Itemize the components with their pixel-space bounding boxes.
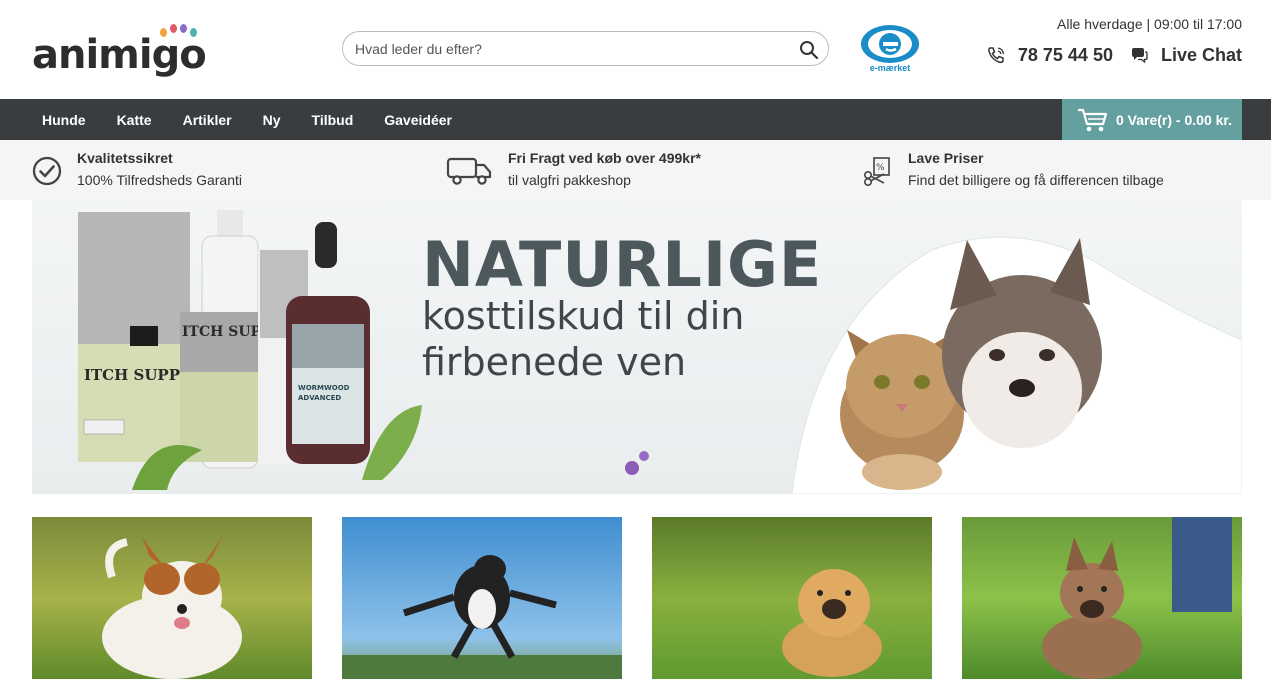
- contact-bar: 78 75 44 50 Live Chat: [986, 44, 1242, 66]
- usp-free-shipping-subtitle: til valgfri pakkeshop: [508, 172, 631, 188]
- category-tile-3[interactable]: [652, 517, 932, 679]
- fluffy-puppy-photo: [652, 517, 932, 679]
- opening-hours: Alle hverdage | 09:00 til 17:00: [1057, 16, 1242, 32]
- usp-free-shipping-title: Fri Fragt ved køb over 499kr*: [508, 150, 701, 166]
- e-maerket-icon: [861, 25, 919, 63]
- usp-low-prices: % Lave Priser Find det billigere og få d…: [862, 150, 1202, 190]
- nav-item-katte[interactable]: Katte: [117, 112, 152, 128]
- phone-number[interactable]: 78 75 44 50: [1018, 45, 1113, 66]
- live-chat-icon[interactable]: [1129, 45, 1149, 65]
- search-icon[interactable]: [799, 40, 819, 60]
- usp-free-shipping: Fri Fragt ved køb over 499kr* til valgfr…: [446, 150, 746, 190]
- nav-item-artikler[interactable]: Artikler: [183, 112, 232, 128]
- usp-quality: Kvalitetssikret 100% Tilfredsheds Garant…: [32, 150, 292, 190]
- usp-low-prices-subtitle: Find det billigere og få differencen til…: [908, 172, 1164, 188]
- scratching-puppy-photo: [962, 517, 1242, 679]
- jumping-dog-photo: [342, 517, 622, 679]
- svg-text:ADVANCED: ADVANCED: [298, 394, 341, 402]
- cart-summary: 0 Vare(r) - 0.00 kr.: [1116, 111, 1232, 128]
- usp-low-prices-title: Lave Priser: [908, 150, 984, 166]
- nav-item-ny[interactable]: Ny: [263, 112, 281, 128]
- e-maerket-label: e-mærket: [869, 63, 911, 73]
- hero-banner[interactable]: ITCH SUPPORT ITCH SUPPORT WORMWOOD ADVAN…: [32, 200, 1242, 494]
- nav-item-tilbud[interactable]: Tilbud: [312, 112, 354, 128]
- banner-heading: NATURLIGE: [422, 228, 823, 301]
- main-navigation: Hunde Katte Artikler Ny Tilbud Gaveidéer…: [0, 99, 1271, 140]
- usp-quality-subtitle: 100% Tilfredsheds Garanti: [77, 172, 242, 188]
- usp-quality-title: Kvalitetssikret: [77, 150, 173, 166]
- usp-bar: Kvalitetssikret 100% Tilfredsheds Garant…: [0, 140, 1271, 200]
- nav-item-gaveideer[interactable]: Gaveidéer: [384, 112, 452, 128]
- nav-menu: Hunde Katte Artikler Ny Tilbud Gaveidéer: [42, 99, 483, 140]
- animigo-logo[interactable]: animigo: [32, 24, 212, 78]
- check-circle-icon: [32, 156, 62, 186]
- category-tile-2[interactable]: [342, 517, 622, 679]
- phone-icon: [988, 47, 1005, 64]
- e-maerket-badge[interactable]: e-mærket: [858, 23, 922, 75]
- category-tile-4[interactable]: [962, 517, 1242, 679]
- cart-button[interactable]: 0 Vare(r) - 0.00 kr.: [1062, 99, 1242, 140]
- category-tile-1[interactable]: [32, 517, 312, 679]
- banner-subheading-line2: firbenede ven: [422, 340, 687, 384]
- live-chat-link[interactable]: Live Chat: [1161, 45, 1242, 66]
- jack-russell-photo: [32, 517, 312, 679]
- site-header: animigo e-mærket Alle hverdage | 09:00 t…: [0, 0, 1271, 99]
- search-box: [342, 31, 829, 66]
- svg-text:%: %: [876, 163, 885, 173]
- logo-text: animigo: [32, 32, 207, 78]
- search-input[interactable]: [355, 38, 785, 60]
- truck-icon: [446, 157, 492, 185]
- price-tag-icon: %: [863, 157, 890, 186]
- nav-item-hunde[interactable]: Hunde: [42, 112, 86, 128]
- svg-text:WORMWOOD: WORMWOOD: [298, 384, 350, 392]
- shopping-cart-icon: [1078, 108, 1108, 131]
- banner-subheading-line1: kosttilskud til din: [422, 294, 745, 338]
